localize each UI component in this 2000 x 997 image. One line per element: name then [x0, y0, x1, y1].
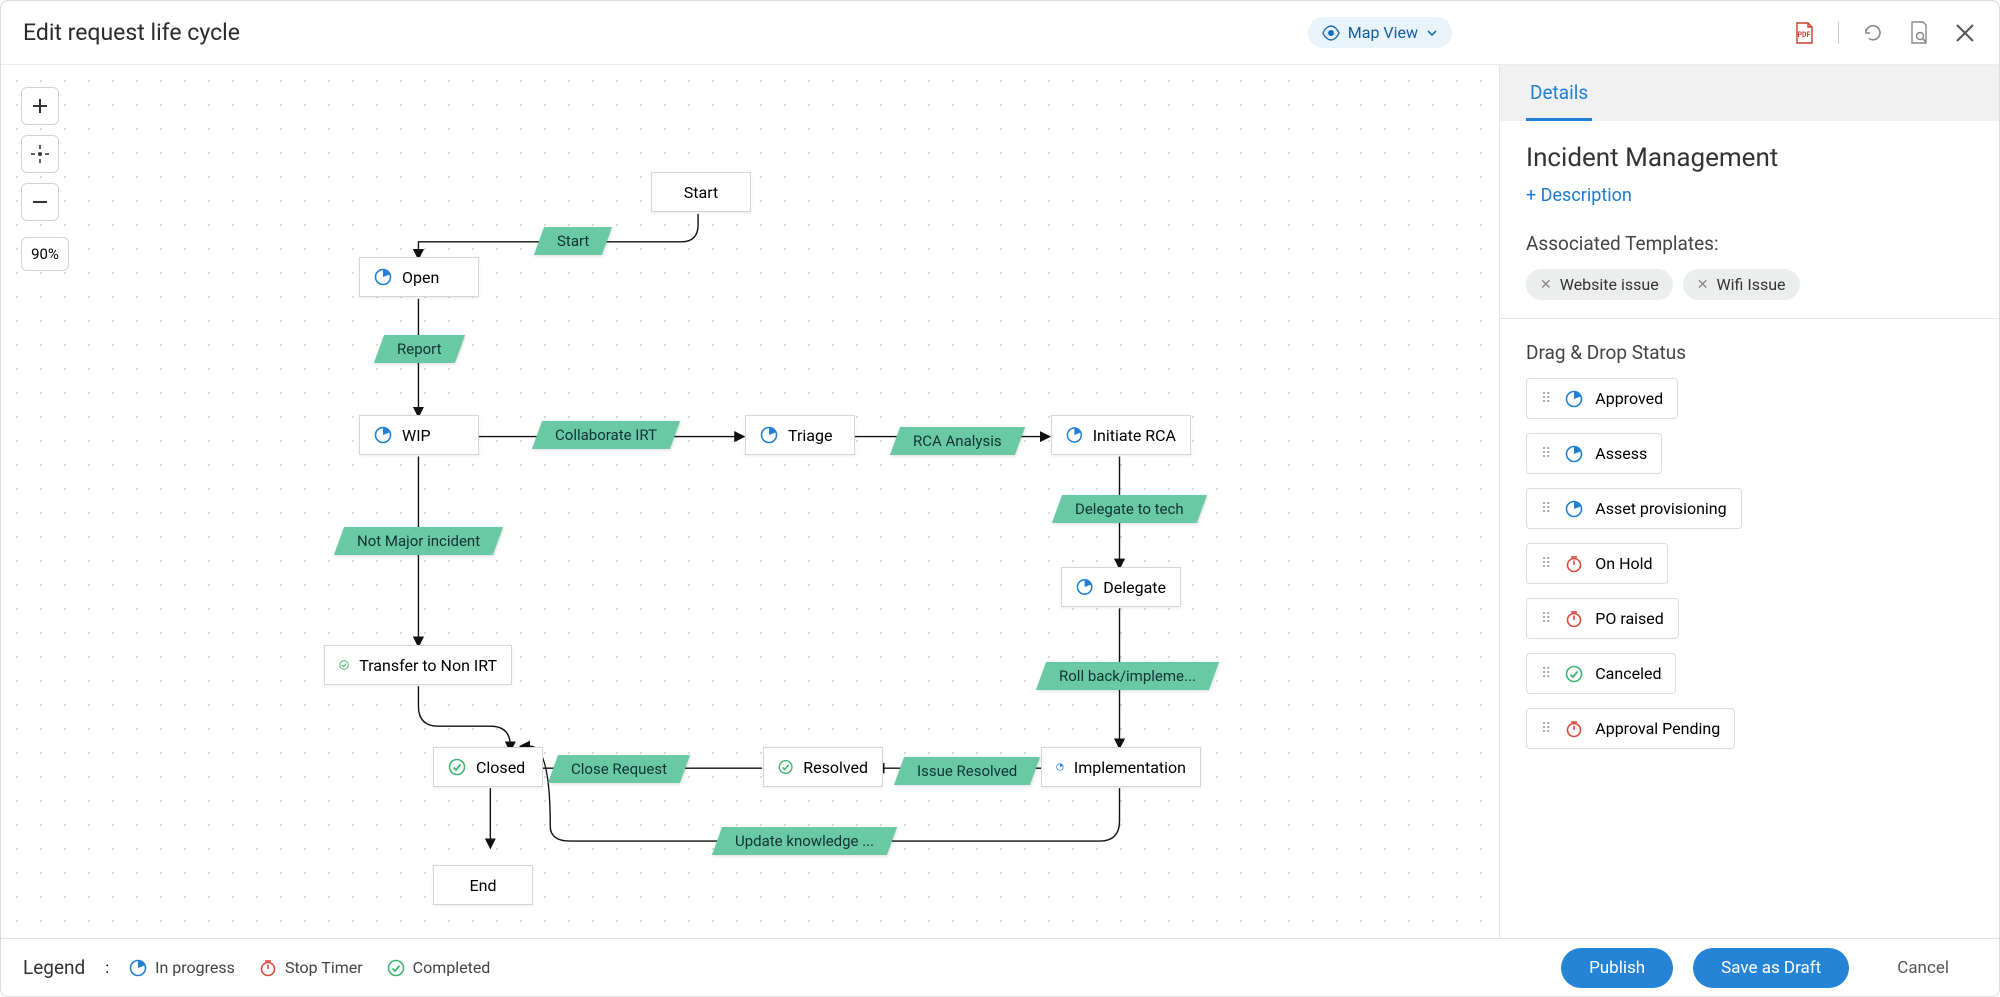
status-label: Approved — [1595, 389, 1663, 408]
status-draggable[interactable]: ⠿ Canceled — [1526, 653, 1676, 694]
status-label: PO raised — [1595, 609, 1664, 628]
refresh-icon[interactable] — [1861, 21, 1885, 45]
view-mode-label: Map View — [1348, 23, 1418, 42]
edge-label-report[interactable]: Report — [374, 335, 465, 363]
chevron-down-icon — [1426, 27, 1438, 39]
page-title: Edit request life cycle — [23, 19, 240, 46]
legend-label: Legend — [23, 956, 85, 979]
remove-chip-icon[interactable]: ✕ — [1697, 277, 1709, 293]
remove-chip-icon[interactable]: ✕ — [1540, 277, 1552, 293]
close-icon[interactable] — [1953, 21, 1977, 45]
svg-text:PDF: PDF — [1798, 31, 1811, 39]
status-label: Canceled — [1595, 664, 1661, 683]
legend-icon — [129, 959, 147, 977]
status-draggable[interactable]: ⠿ On Hold — [1526, 543, 1668, 584]
details-panel: Details Incident Management + Descriptio… — [1499, 65, 1999, 938]
node-initiate-rca[interactable]: Initiate RCA — [1051, 415, 1191, 455]
node-closed[interactable]: Closed — [433, 747, 543, 787]
template-chip[interactable]: ✕Website issue — [1526, 269, 1673, 300]
node-start[interactable]: Start — [651, 172, 751, 212]
template-chip[interactable]: ✕Wifi Issue — [1683, 269, 1800, 300]
legend-item: Stop Timer — [259, 958, 363, 977]
legend-item: Completed — [387, 958, 491, 977]
eye-icon — [1322, 24, 1340, 42]
grip-icon: ⠿ — [1541, 671, 1553, 677]
add-description-link[interactable]: + Description — [1526, 185, 1632, 206]
edge-label-update-kb[interactable]: Update knowledge ... — [712, 827, 897, 855]
zoom-out-button[interactable] — [21, 183, 59, 221]
grip-icon: ⠿ — [1541, 726, 1553, 732]
workflow-canvas[interactable]: 90% — [1, 65, 1499, 938]
status-type-icon — [1565, 390, 1583, 408]
zoom-center-button[interactable] — [21, 135, 59, 173]
status-draggable[interactable]: ⠿ Asset provisioning — [1526, 488, 1742, 529]
status-draggable[interactable]: ⠿ Approval Pending — [1526, 708, 1735, 749]
legend-icon — [259, 959, 277, 977]
workflow-title: Incident Management — [1526, 143, 1973, 173]
status-label: Approval Pending — [1595, 719, 1720, 738]
dragdrop-heading: Drag & Drop Status — [1526, 341, 1973, 364]
status-label: On Hold — [1595, 554, 1652, 573]
edge-label-rollback[interactable]: Roll back/impleme... — [1036, 662, 1219, 690]
status-type-icon — [1565, 665, 1583, 683]
edge-label-not-major[interactable]: Not Major incident — [334, 527, 503, 555]
zoom-level: 90% — [21, 237, 69, 271]
grip-icon: ⠿ — [1541, 616, 1553, 622]
tab-details[interactable]: Details — [1526, 67, 1592, 121]
pdf-export-icon[interactable]: PDF — [1792, 21, 1816, 45]
cancel-button[interactable]: Cancel — [1869, 948, 1977, 988]
document-search-icon[interactable] — [1907, 21, 1931, 45]
status-label: Asset provisioning — [1595, 499, 1726, 518]
node-delegate[interactable]: Delegate — [1061, 567, 1181, 607]
status-type-icon — [1565, 445, 1583, 463]
edge-label-issue-resolved[interactable]: Issue Resolved — [894, 757, 1040, 785]
grip-icon: ⠿ — [1541, 451, 1553, 457]
grip-icon: ⠿ — [1541, 506, 1553, 512]
view-mode-dropdown[interactable]: Map View — [1308, 17, 1452, 48]
edge-label-delegate-tech[interactable]: Delegate to tech — [1052, 495, 1207, 523]
edge-label-start[interactable]: Start — [534, 227, 613, 255]
status-type-icon — [1565, 610, 1583, 628]
edge-label-rca[interactable]: RCA Analysis — [890, 427, 1025, 455]
status-type-icon — [1565, 500, 1583, 518]
legend-item: In progress — [129, 958, 235, 977]
legend-sep: : — [105, 958, 109, 977]
templates-heading: Associated Templates: — [1526, 232, 1973, 255]
node-implementation[interactable]: Implementation — [1041, 747, 1201, 787]
grip-icon: ⠿ — [1541, 396, 1553, 402]
node-end[interactable]: End — [433, 865, 533, 905]
status-draggable[interactable]: ⠿ Assess — [1526, 433, 1662, 474]
zoom-in-button[interactable] — [21, 87, 59, 125]
edge-label-collaborate[interactable]: Collaborate IRT — [532, 421, 680, 449]
node-transfer[interactable]: Transfer to Non IRT — [324, 645, 512, 685]
status-type-icon — [1565, 555, 1583, 573]
status-draggable[interactable]: ⠿ PO raised — [1526, 598, 1679, 639]
node-triage[interactable]: Triage — [745, 415, 855, 455]
save-draft-button[interactable]: Save as Draft — [1693, 948, 1849, 988]
node-open[interactable]: Open — [359, 257, 479, 297]
status-type-icon — [1565, 720, 1583, 738]
node-resolved[interactable]: Resolved — [763, 747, 883, 787]
grip-icon: ⠿ — [1541, 561, 1553, 567]
status-label: Assess — [1595, 444, 1647, 463]
legend-icon — [387, 959, 405, 977]
publish-button[interactable]: Publish — [1561, 948, 1673, 988]
status-draggable[interactable]: ⠿ Approved — [1526, 378, 1678, 419]
node-wip[interactable]: WIP — [359, 415, 479, 455]
edge-label-close-request[interactable]: Close Request — [548, 755, 690, 783]
